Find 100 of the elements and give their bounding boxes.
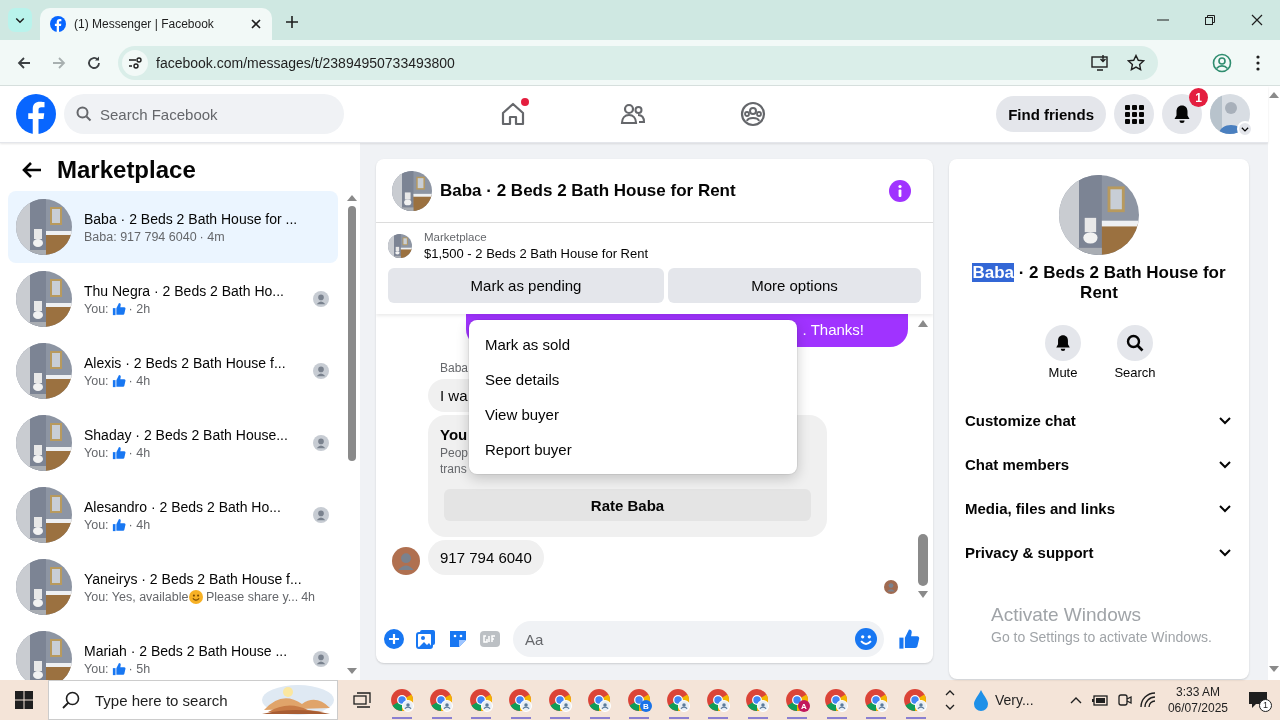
card-text: trans (440, 461, 467, 477)
chat-item[interactable]: Alesandro · 2 Beds 2 Bath Ho... You: · 4h (8, 479, 338, 551)
like-icon (111, 445, 126, 460)
chat-title: Baba · 2 Beds 2 Bath House for ... (84, 210, 298, 227)
message-time: · 4h (128, 373, 151, 388)
message-time: · 4h (128, 517, 151, 532)
apps-menu-button[interactable] (1114, 94, 1154, 134)
chrome-icon[interactable] (587, 688, 612, 712)
camera-icon[interactable] (1115, 692, 1132, 708)
activation-text: Go to Settings to activate Windows. (991, 629, 1212, 645)
search-icon (1126, 334, 1144, 352)
panel-title: Marketplace (57, 156, 196, 184)
plus-icon[interactable] (384, 629, 404, 649)
chat-item[interactable]: Shaday · 2 Beds 2 Bath House... You: · 4h (8, 407, 338, 479)
chat-item[interactable]: Alexis · 2 Beds 2 Bath House f... You: · 4h (8, 335, 338, 407)
find-friends-button[interactable]: Find friends (996, 96, 1106, 132)
chat-item[interactable]: Baba · 2 Beds 2 Bath House for ... Baba: 917 794 6040 · 4m (8, 191, 338, 263)
more-options-button[interactable]: More options (668, 268, 921, 303)
scroll-down-icon[interactable] (945, 704, 955, 710)
weather-widget[interactable]: Very... (965, 680, 1042, 720)
card-title: You (440, 425, 468, 445)
smiley-icon (188, 589, 203, 604)
close-icon[interactable] (1250, 14, 1263, 26)
info-icon[interactable] (889, 179, 911, 202)
notification-badge: 1 (1189, 88, 1208, 107)
chat-title: Shaday · 2 Beds 2 Bath House... (84, 426, 288, 443)
chrome-icon[interactable] (824, 688, 849, 712)
message-time: · 4m (199, 229, 225, 244)
chat-item[interactable]: Yaneirys · 2 Beds 2 Bath House f... You: Yes, available Please share y... 4h (8, 551, 338, 623)
url-text: facebook.com/messages/t/23894950733493800 (156, 54, 456, 71)
mark-pending-button[interactable]: Mark as pending (388, 268, 664, 303)
restore-icon[interactable] (1203, 14, 1216, 26)
facebook-icon (50, 16, 66, 32)
site-info-icon[interactable] (127, 54, 143, 71)
chrome-icon[interactable] (705, 688, 730, 712)
section-row[interactable]: Chat members (949, 442, 1249, 486)
chrome-icon[interactable] (389, 688, 414, 712)
address-bar[interactable]: facebook.com/messages/t/23894950733493800 (118, 45, 1158, 80)
message-time: · 5h (128, 661, 151, 676)
notification-count: 1 (1259, 699, 1272, 712)
scroll-up-icon[interactable] (945, 690, 955, 696)
rate-button[interactable]: Rate Baba (444, 489, 811, 521)
close-icon[interactable] (250, 18, 262, 30)
message-preview: You: (84, 517, 109, 532)
like-icon (111, 301, 126, 316)
chat-title: Mariah · 2 Beds 2 Bath House ... (84, 642, 288, 659)
battery-icon[interactable] (1090, 693, 1109, 707)
chrome-icon[interactable] (745, 688, 770, 712)
chat-title: Alesandro · 2 Beds 2 Bath Ho... (84, 498, 281, 515)
windows-icon[interactable] (15, 691, 33, 709)
forward-icon (51, 54, 67, 71)
chrome-icon[interactable] (429, 688, 454, 712)
chat-title: Alexis · 2 Beds 2 Bath House f... (84, 354, 286, 371)
like-icon (111, 661, 126, 676)
back-icon[interactable] (16, 54, 32, 71)
sticker-icon[interactable] (448, 629, 468, 649)
chrome-icon[interactable] (903, 688, 928, 712)
chrome-icon[interactable] (547, 688, 572, 712)
account-button[interactable] (1210, 94, 1250, 134)
menu-icon[interactable] (1256, 54, 1260, 71)
group-icon (740, 101, 766, 127)
wifi-icon[interactable] (1138, 692, 1157, 708)
search-field[interactable]: Search Facebook (64, 94, 344, 134)
section-row[interactable]: Media, files and links (949, 486, 1249, 530)
chrome-icon[interactable] (468, 688, 493, 712)
minimize-icon[interactable] (1156, 19, 1169, 21)
sender-name: Baba (440, 361, 469, 375)
notifications-button[interactable] (1162, 94, 1202, 134)
plus-icon[interactable] (285, 15, 299, 29)
search-icon (62, 691, 80, 709)
install-icon[interactable] (1091, 53, 1109, 72)
chrome-icon[interactable] (508, 688, 533, 712)
message-bubble: 917 794 6040 (428, 540, 544, 575)
emoji-icon[interactable] (855, 628, 877, 650)
task-view-icon[interactable] (353, 692, 371, 708)
section-row[interactable]: Privacy & support (949, 530, 1249, 574)
profile-icon[interactable] (1212, 52, 1232, 73)
section-row[interactable]: Customize chat (949, 398, 1249, 442)
chat-title: Yaneirys · 2 Beds 2 Bath House f... (84, 570, 302, 587)
facebook-logo[interactable] (16, 94, 56, 134)
reload-icon[interactable] (86, 54, 102, 71)
listing-label: Marketplace (424, 231, 487, 243)
scrollbar-thumb[interactable] (348, 206, 356, 461)
tab-list-button[interactable] (8, 8, 32, 32)
search-button[interactable]: Search (1099, 325, 1171, 380)
scrollbar-thumb[interactable] (918, 534, 928, 586)
chevron-icon[interactable] (1069, 696, 1082, 704)
clock[interactable]: 3:33 AM 06/07/2025 (1159, 680, 1236, 720)
message-field[interactable]: Aa (513, 621, 884, 657)
mute-button[interactable]: Mute (1027, 325, 1099, 380)
menu-item[interactable]: Report buyer (469, 432, 797, 467)
message-preview: You: (84, 373, 109, 388)
like-icon (111, 373, 126, 388)
chrome-icon[interactable] (666, 688, 691, 712)
chrome-icon[interactable] (863, 688, 888, 712)
star-icon[interactable] (1127, 53, 1145, 72)
like-icon[interactable] (898, 628, 920, 650)
browser-tab[interactable]: (1) Messenger | Facebook (40, 8, 272, 40)
image-icon[interactable] (416, 629, 436, 649)
chat-item[interactable]: Thu Negra · 2 Beds 2 Bath Ho... You: · 2h (8, 263, 338, 335)
